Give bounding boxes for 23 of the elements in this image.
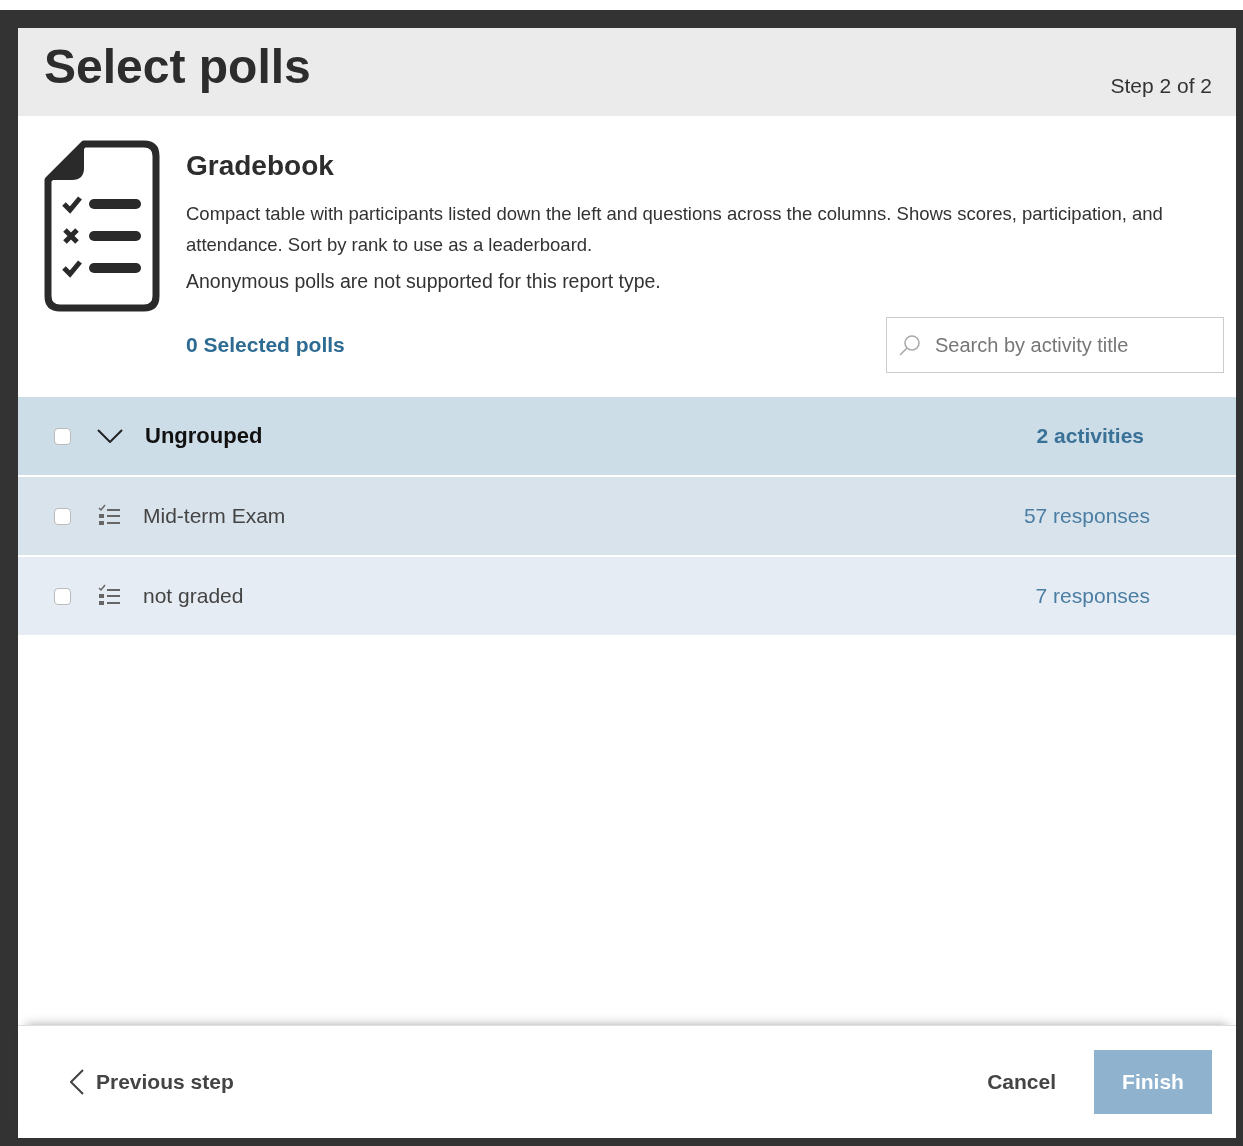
search-icon (898, 333, 922, 357)
checklist-icon (97, 584, 121, 608)
checkbox[interactable] (54, 427, 71, 445)
step-indicator: Step 2 of 2 (1110, 74, 1212, 98)
search-field[interactable]: Search by activity title (886, 317, 1224, 373)
report-title: Gradebook (186, 150, 335, 182)
poll-title[interactable]: not graded (143, 584, 1036, 608)
checklist-icon (97, 504, 121, 528)
checklist-document-icon (44, 140, 160, 312)
previous-step-button[interactable]: Previous step (70, 1069, 234, 1095)
cancel-button[interactable]: Cancel (981, 1069, 1062, 1095)
activity-count: 2 activities (1036, 424, 1144, 448)
report-description: Compact table with participants listed down the left and questions across the columns. Shows scores, participation, and attendance. Sort by rank to use as a leaderboard. (186, 202, 1164, 257)
chevron-left-icon (70, 1069, 84, 1095)
chevron-down-icon[interactable] (97, 429, 123, 443)
poll-title[interactable]: Mid-term Exam (143, 504, 1024, 528)
checkbox[interactable] (54, 507, 71, 525)
group-label: Ungrouped (145, 423, 264, 449)
report-note: Anonymous polls are not supported for this report type. (186, 270, 662, 293)
dialog-title: Select polls (44, 38, 311, 94)
response-count[interactable]: 7 responses (1035, 584, 1150, 608)
checkbox[interactable] (54, 587, 71, 605)
selected-count-link[interactable]: 0 Selected polls (186, 333, 345, 357)
